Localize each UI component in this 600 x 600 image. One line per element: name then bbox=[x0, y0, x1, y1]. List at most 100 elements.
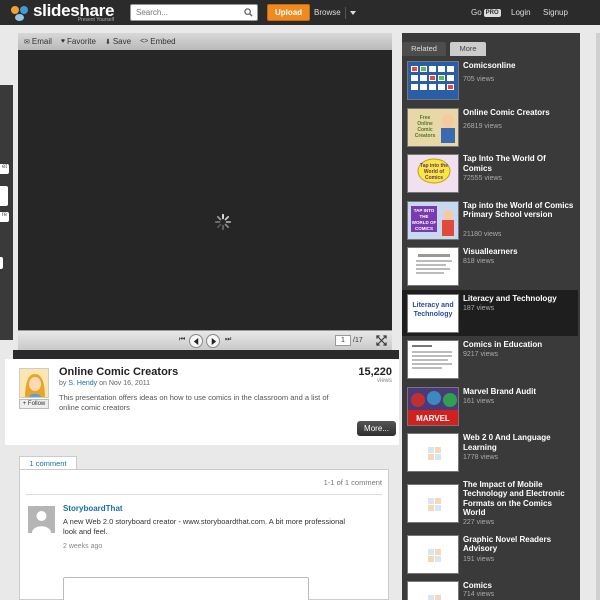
comment-input[interactable] bbox=[63, 577, 309, 600]
follow-button[interactable]: + Follow bbox=[19, 399, 49, 409]
views-count: 15,220 bbox=[358, 366, 392, 378]
related-title: Comicsonline bbox=[463, 61, 516, 70]
next-slide-button[interactable] bbox=[206, 334, 220, 348]
presentation-title: Online Comic Creators bbox=[59, 366, 179, 378]
code-icon: <> bbox=[140, 38, 149, 45]
left-tab-box[interactable] bbox=[0, 186, 8, 206]
favorite-label: Favorite bbox=[67, 37, 96, 46]
related-views: 1778 views bbox=[463, 454, 499, 461]
login-link[interactable]: Login bbox=[511, 4, 531, 21]
related-title: Tap Into The World Of Comics bbox=[463, 154, 546, 173]
embed-button[interactable]: <> Embed bbox=[140, 37, 176, 46]
related-title: Comics bbox=[463, 581, 492, 590]
placeholder-image-icon bbox=[408, 582, 458, 600]
first-slide-icon[interactable]: ⏮ bbox=[179, 336, 185, 344]
chevron-down-icon bbox=[349, 10, 356, 15]
comments-section: 1 comment 1-1 of 1 comment StoryboardTha… bbox=[5, 445, 399, 600]
related-item[interactable]: Visuallearners 818 views bbox=[402, 243, 578, 290]
search-button[interactable] bbox=[241, 6, 256, 19]
divider bbox=[26, 494, 382, 495]
related-item[interactable]: Graphic Novel Readers Advisory 191 views bbox=[402, 531, 578, 578]
search-icon bbox=[244, 8, 253, 17]
related-item[interactable]: Comics in Education 9217 views bbox=[402, 336, 578, 383]
search-box bbox=[130, 4, 258, 21]
comment-count: 1-1 of 1 comment bbox=[323, 478, 382, 487]
related-thumbnail bbox=[407, 247, 459, 286]
related-thumbnail: Free Online Comic Creators bbox=[407, 107, 459, 147]
slideshare-logo[interactable]: slideshare Present Yourself bbox=[10, 2, 114, 23]
last-slide-icon[interactable]: ⏭ bbox=[225, 336, 231, 344]
triangle-left-icon bbox=[193, 337, 198, 345]
views-label: views bbox=[376, 378, 392, 384]
embed-label: Embed bbox=[150, 37, 176, 46]
related-thumbnail bbox=[407, 483, 459, 523]
email-button[interactable]: ✉ Email bbox=[24, 37, 52, 46]
related-item[interactable]: TAP INTO THE WORLD OF COMICS Tap into th… bbox=[402, 197, 578, 244]
tab-related[interactable]: Related bbox=[402, 42, 446, 56]
related-item[interactable]: Tap into the World of Comics Tap Into Th… bbox=[402, 150, 578, 197]
thumbnail-text: TAP INTO THE WORLD OF COMICS bbox=[411, 205, 437, 232]
author-link[interactable]: S. Hendy bbox=[68, 380, 97, 387]
player-toolbar: ✉ Email ♥ Favorite ⬇ Save <> Embed bbox=[18, 33, 392, 50]
related-item[interactable]: The Impact of Mobile Technology and Elec… bbox=[402, 476, 578, 531]
related-title: Marvel Brand Audit bbox=[463, 386, 537, 396]
save-button[interactable]: ⬇ Save bbox=[105, 37, 131, 46]
upload-button[interactable]: Upload bbox=[267, 4, 310, 21]
related-title: Visuallearners bbox=[463, 247, 518, 256]
top-navigation-bar: slideshare Present Yourself Upload Brows… bbox=[0, 0, 600, 25]
browse-label: Browse bbox=[314, 8, 341, 17]
comments-tab[interactable]: 1 comment bbox=[19, 456, 77, 470]
related-title: Comics in Education bbox=[463, 340, 543, 349]
left-tab-re[interactable]: re bbox=[0, 212, 9, 222]
slide-player: ✉ Email ♥ Favorite ⬇ Save <> Embed ⏮ ⏭ 1… bbox=[18, 33, 392, 350]
related-item[interactable]: Comicsonline 705 views bbox=[402, 57, 578, 104]
related-item[interactable]: Web 2 0 And Language Learning 1778 views bbox=[402, 429, 578, 476]
related-views: 818 views bbox=[463, 258, 495, 265]
on-label: on bbox=[99, 380, 107, 387]
previous-slide-button[interactable] bbox=[189, 334, 203, 348]
user-silhouette-icon bbox=[28, 506, 55, 533]
go-pro-link[interactable]: Go PRO bbox=[471, 4, 501, 21]
email-label: Email bbox=[31, 37, 52, 46]
related-views: 714 views bbox=[463, 591, 495, 598]
related-item[interactable]: Free Online Comic Creators Online Comic … bbox=[402, 104, 578, 151]
related-thumbnail: TAP INTO THE WORLD OF COMICS bbox=[407, 200, 459, 240]
player-controls: ⏮ ⏭ 1 /17 bbox=[18, 330, 392, 350]
search-input[interactable] bbox=[131, 5, 237, 20]
commenter-name[interactable]: StoryboardThat bbox=[63, 504, 123, 513]
left-tab-et[interactable]: et bbox=[0, 164, 9, 174]
thumbnail-text: Free Online Comic Creators bbox=[414, 114, 436, 139]
left-tab-small[interactable] bbox=[0, 257, 3, 269]
related-item[interactable]: Literacy and Technology Literacy and Tec… bbox=[402, 289, 578, 336]
comments-box: 1-1 of 1 comment StoryboardThat A new We… bbox=[19, 469, 389, 600]
related-thumbnail: Literacy and Technology bbox=[407, 293, 459, 333]
signup-link[interactable]: Signup bbox=[543, 4, 568, 21]
related-views: 21180 views bbox=[463, 230, 502, 238]
related-views: 191 views bbox=[463, 555, 495, 563]
related-thumbnail bbox=[407, 581, 459, 600]
related-item[interactable]: Comics 714 views bbox=[402, 577, 578, 600]
byline: by S. Hendy on Nov 16, 2011 bbox=[59, 380, 150, 387]
player-bottom-band bbox=[13, 350, 399, 359]
tab-more[interactable]: More bbox=[450, 42, 486, 56]
browse-menu[interactable]: Browse bbox=[314, 4, 356, 21]
placeholder-image-icon bbox=[408, 484, 458, 522]
page-number-input[interactable]: 1 bbox=[335, 335, 351, 346]
related-item[interactable]: MARVEL Marvel Brand Audit 161 views bbox=[402, 383, 578, 430]
author-avatar[interactable] bbox=[19, 368, 49, 398]
page-scrollbar[interactable] bbox=[596, 33, 600, 600]
related-views: 26819 views bbox=[463, 122, 502, 130]
related-views: 705 views bbox=[463, 76, 495, 83]
more-button[interactable]: More... bbox=[357, 421, 396, 436]
related-thumbnail bbox=[407, 433, 459, 472]
commenter-avatar[interactable] bbox=[28, 506, 55, 533]
related-thumbnail bbox=[407, 61, 459, 100]
related-title: Online Comic Creators bbox=[463, 107, 550, 117]
related-views: 187 views bbox=[463, 304, 495, 312]
author-avatar-image bbox=[20, 369, 48, 397]
presentation-info: + Follow Online Comic Creators by S. Hen… bbox=[5, 359, 399, 445]
fullscreen-icon[interactable] bbox=[376, 335, 387, 346]
download-icon: ⬇ bbox=[104, 38, 111, 46]
favorite-button[interactable]: ♥ Favorite bbox=[61, 37, 96, 46]
related-title: The Impact of Mobile Technology and Elec… bbox=[463, 479, 565, 518]
